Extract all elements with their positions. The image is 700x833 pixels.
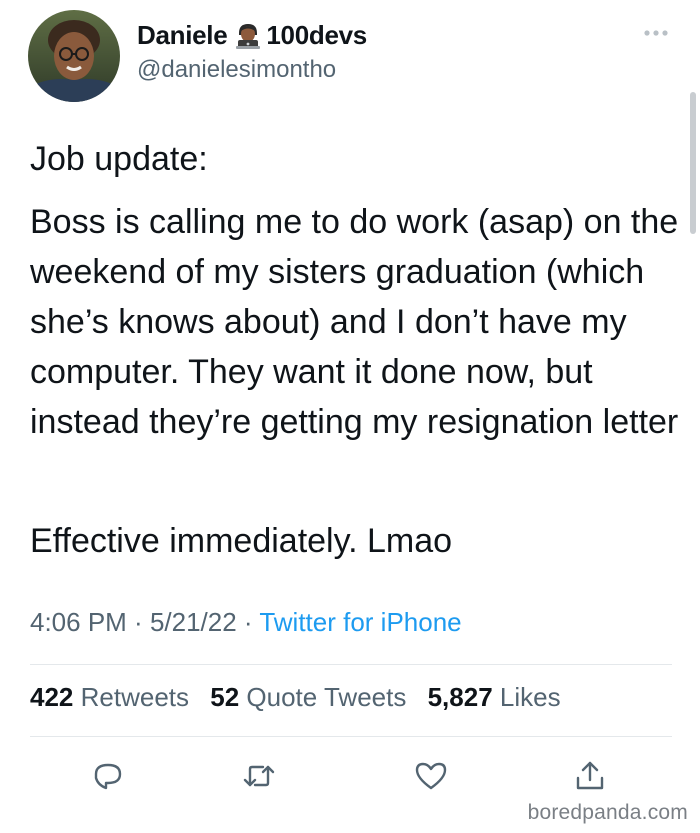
retweet-icon[interactable] (241, 758, 277, 794)
retweets-count: 422 (30, 682, 74, 712)
tweet-time[interactable]: 4:06 PM (30, 607, 127, 637)
likes-stat[interactable]: 5,827 Likes (428, 682, 561, 712)
tweet-meta: 4:06 PM · 5/21/22 · Twitter for iPhone (30, 607, 462, 638)
share-icon[interactable] (572, 758, 608, 794)
retweets-label: Retweets (80, 682, 190, 712)
scrollbar[interactable] (690, 92, 696, 234)
like-icon[interactable] (413, 758, 449, 794)
likes-label: Likes (499, 682, 561, 712)
retweets-stat[interactable]: 422 Retweets (30, 682, 189, 712)
tweet-text-body: Boss is calling me to do work (asap) on … (30, 203, 679, 441)
quote-tweets-label: Quote Tweets (246, 682, 407, 712)
quote-tweets-count: 52 (210, 682, 240, 712)
tweet-date[interactable]: 5/21/22 (150, 607, 237, 637)
watermark: boredpanda.com (527, 801, 688, 824)
tweet-text-line: Job update: (30, 140, 208, 178)
divider (30, 664, 672, 665)
tweet-text-line: Effective immediately. Lmao (30, 522, 453, 560)
meta-separator: · (236, 607, 260, 637)
more-options-icon[interactable] (640, 26, 672, 40)
tweet-source-link[interactable]: Twitter for iPhone (259, 607, 461, 637)
meta-separator: · (126, 607, 150, 637)
divider (30, 736, 672, 737)
author-handle[interactable]: @danielesimontho (137, 56, 336, 84)
quote-tweets-stat[interactable]: 52 Quote Tweets (210, 682, 406, 712)
tweet-card: Daniele 100devs @danielesimontho Job upd… (0, 0, 700, 833)
likes-count: 5,827 (427, 682, 493, 712)
tweet-stats: 422 Retweets 52 Quote Tweets 5,827 Likes (30, 682, 575, 713)
reply-icon[interactable] (90, 758, 126, 794)
display-name[interactable]: Daniele (137, 20, 228, 51)
display-name-suffix[interactable]: 100devs (266, 20, 367, 51)
author-name-row[interactable]: Daniele 100devs (137, 18, 367, 52)
avatar[interactable] (28, 10, 120, 102)
technologist-emoji-icon (233, 20, 263, 50)
avatar-photo (28, 10, 120, 102)
